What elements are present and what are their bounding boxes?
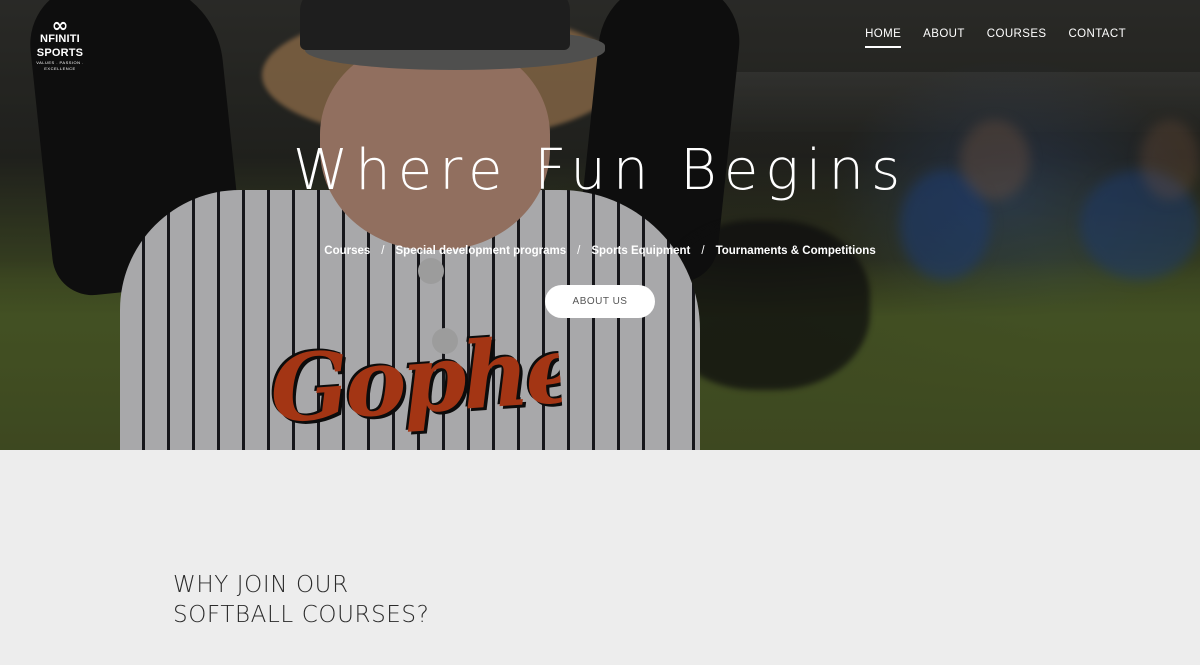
infinity-icon: ∞ xyxy=(51,13,69,37)
main-nav: HOME ABOUT COURSES CONTACT xyxy=(865,28,1126,48)
section-title-line1: WHY JOIN OUR xyxy=(173,572,349,598)
site-logo[interactable]: ∞ NFINITI SPORTS VALUES . PASSION . EXCE… xyxy=(20,13,100,71)
hero-links: Courses / Special development programs /… xyxy=(0,245,1200,257)
nav-contact[interactable]: CONTACT xyxy=(1068,28,1126,48)
why-join-section: WHY JOIN OUR SOFTBALL COURSES? xyxy=(0,450,1200,665)
section-title-line2: SOFTBALL COURSES? xyxy=(173,602,430,628)
logo-tagline: VALUES . PASSION . EXCELLENCE xyxy=(36,60,84,71)
nav-about[interactable]: ABOUT xyxy=(923,28,965,48)
link-separator: / xyxy=(381,245,385,257)
section-title: WHY JOIN OUR SOFTBALL COURSES? xyxy=(173,570,429,630)
logo-name: NFINITI SPORTS xyxy=(36,33,84,59)
page: Gophers ∞ NFINITI SPORTS VALUES . PASSIO… xyxy=(0,0,1200,665)
nav-courses[interactable]: COURSES xyxy=(987,28,1047,48)
hero-link-special-programs[interactable]: Special development programs xyxy=(396,245,567,257)
link-separator: / xyxy=(577,245,581,257)
hero-headline: Where Fun Begins xyxy=(292,138,908,203)
nav-home[interactable]: HOME xyxy=(865,28,902,48)
hero-link-sports-equipment[interactable]: Sports Equipment xyxy=(591,245,690,257)
hero-link-courses[interactable]: Courses xyxy=(324,245,370,257)
hero-banner: Gophers ∞ NFINITI SPORTS VALUES . PASSIO… xyxy=(0,0,1200,450)
link-separator: / xyxy=(701,245,705,257)
about-us-button[interactable]: ABOUT US xyxy=(545,285,655,318)
hero-link-tournaments[interactable]: Tournaments & Competitions xyxy=(716,245,876,257)
